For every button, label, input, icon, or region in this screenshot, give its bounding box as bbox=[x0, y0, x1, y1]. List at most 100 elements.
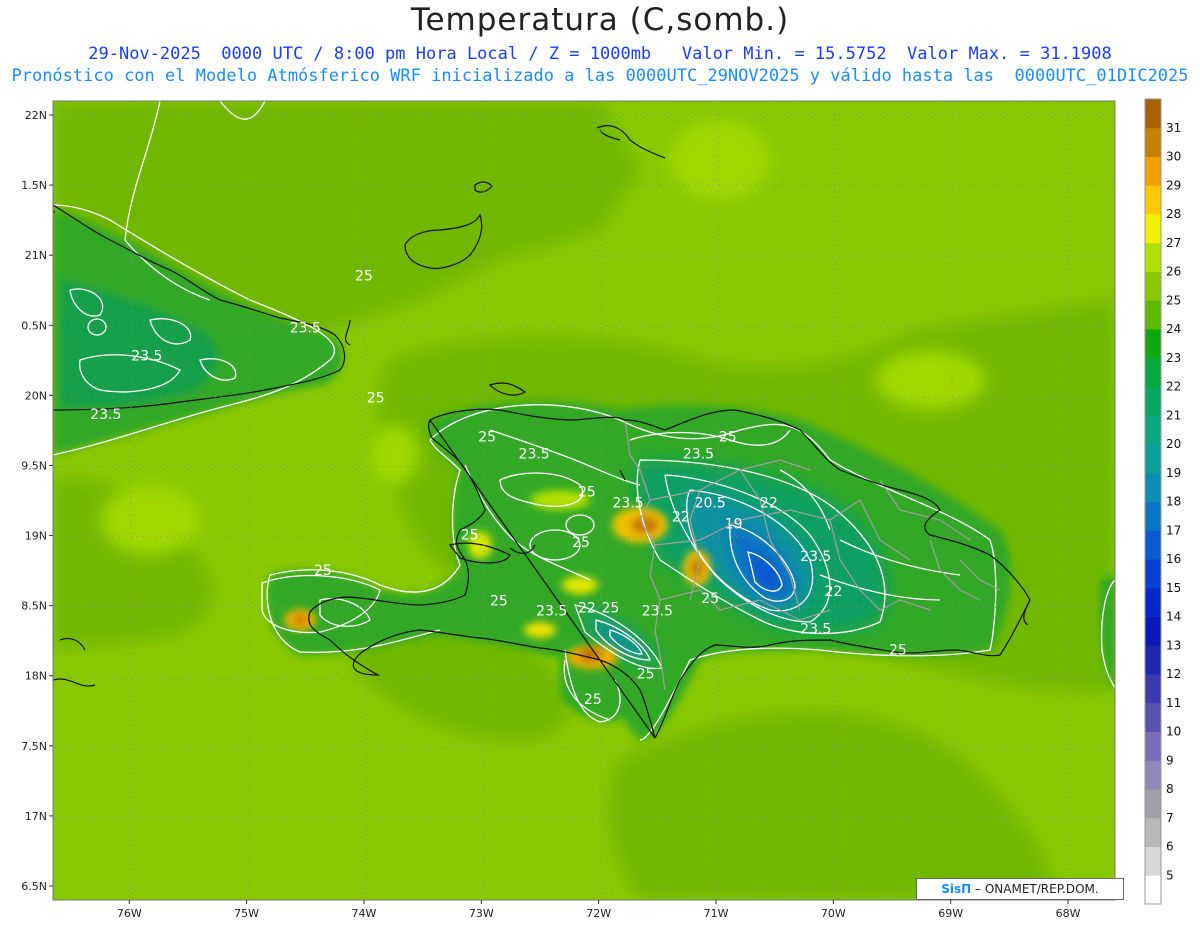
contour-label: 20.5 bbox=[695, 496, 726, 512]
lat-tick-label: 21N bbox=[25, 249, 47, 262]
colorbar-swatch bbox=[1145, 214, 1161, 244]
colorbar-label: 13 bbox=[1166, 638, 1181, 652]
colorbar-swatch bbox=[1145, 271, 1161, 301]
colorbar-label: 9 bbox=[1166, 753, 1174, 767]
colorbar-label: 23 bbox=[1166, 351, 1181, 365]
colorbar-label: 28 bbox=[1166, 207, 1181, 221]
colorbar-swatch bbox=[1145, 386, 1161, 416]
contour-label: 23.5 bbox=[800, 549, 831, 565]
colorbar-swatch bbox=[1145, 674, 1161, 704]
contour-label: 25 bbox=[478, 430, 496, 446]
contour-label: 23.5 bbox=[519, 446, 550, 462]
colorbar-swatch bbox=[1145, 127, 1161, 157]
colorbar-label: 24 bbox=[1166, 322, 1181, 336]
lat-tick-label: 7.5N bbox=[21, 740, 47, 753]
lat-tick-label: 18N bbox=[25, 670, 47, 683]
colorbar-label: 19 bbox=[1166, 466, 1181, 480]
brand-logo: SisΠ bbox=[941, 882, 972, 896]
contour-label: 23.5 bbox=[800, 622, 831, 638]
lat-tick-label: 19N bbox=[25, 530, 47, 543]
colorbar-swatch bbox=[1145, 185, 1161, 215]
colorbar-swatch bbox=[1145, 357, 1161, 387]
contour-label: 25 bbox=[578, 484, 596, 500]
colorbar-swatch bbox=[1145, 731, 1161, 761]
subtitle-run-info: 29-Nov-2025 0000 UTC / 8:00 pm Hora Loca… bbox=[88, 44, 1112, 64]
lat-tick-label: 0.5N bbox=[21, 319, 47, 332]
colorbar-swatch bbox=[1145, 99, 1161, 129]
colorbar-label: 10 bbox=[1166, 725, 1181, 739]
colorbar-label: 17 bbox=[1166, 523, 1181, 537]
colorbar-swatch bbox=[1145, 472, 1161, 502]
lat-tick-label: 6.5N bbox=[21, 880, 47, 893]
lat-tick-label: 1.5N bbox=[21, 179, 47, 192]
contour-label: 22 bbox=[578, 601, 596, 617]
latitude-ticks: 22N 1.5N 21N 0.5N 20N 9.5N 19N 8.5N 18N 7.5N 17N 6.… bbox=[21, 109, 53, 893]
colorbar-label: 22 bbox=[1166, 380, 1181, 394]
colorbar-swatch bbox=[1145, 789, 1161, 819]
lat-tick-label: 20N bbox=[25, 389, 47, 402]
contour-label: 23.5 bbox=[536, 603, 567, 619]
colorbar-swatch bbox=[1145, 846, 1161, 876]
credit-box: SisΠ – ONAMET/REP.DOM. bbox=[916, 878, 1124, 900]
chart-title: Temperatura (C,somb.) bbox=[410, 2, 790, 38]
contour-label: 25 bbox=[367, 390, 385, 406]
contour-label: 23.5 bbox=[290, 320, 321, 336]
contour-label: 22 bbox=[672, 510, 690, 526]
colorbar-label: 15 bbox=[1166, 581, 1181, 595]
colorbar-label: 8 bbox=[1166, 782, 1174, 796]
lon-tick-label: 74W bbox=[352, 907, 377, 920]
subtitle-model-info: Pronóstico con el Modelo Atmósferico WRF… bbox=[11, 66, 1189, 86]
shaded-field bbox=[53, 101, 1115, 900]
colorbar-swatch bbox=[1145, 559, 1161, 589]
lon-tick-label: 71W bbox=[704, 907, 729, 920]
colorbar-label: 25 bbox=[1166, 293, 1181, 307]
lon-tick-label: 73W bbox=[469, 907, 494, 920]
contour-label: 22 bbox=[760, 496, 778, 512]
contour-label: 25 bbox=[461, 528, 479, 544]
colorbar-label: 20 bbox=[1166, 437, 1181, 451]
colorbar-label: 12 bbox=[1166, 667, 1181, 681]
temperature-map: 22N 1.5N 21N 0.5N 20N 9.5N 19N 8.5N 18N 7.5N 17N 6.… bbox=[21, 98, 1181, 920]
lat-tick-label: 9.5N bbox=[21, 459, 47, 472]
lon-tick-label: 72W bbox=[586, 907, 611, 920]
lat-tick-label: 17N bbox=[25, 810, 47, 823]
colorbar-label: 30 bbox=[1166, 150, 1181, 164]
lon-tick-label: 70W bbox=[821, 907, 846, 920]
contour-label: 25 bbox=[355, 268, 373, 284]
contour-label: 22 bbox=[824, 584, 842, 600]
contour-label: 25 bbox=[637, 667, 655, 683]
colorbar-swatch bbox=[1145, 760, 1161, 790]
colorbar-swatch bbox=[1145, 300, 1161, 330]
colorbar-swatch bbox=[1145, 444, 1161, 474]
contour-label: 23.5 bbox=[612, 496, 643, 512]
colorbar-swatch bbox=[1145, 242, 1161, 272]
contour-label: 23.5 bbox=[90, 407, 121, 423]
colorbar-label: 18 bbox=[1166, 495, 1181, 509]
colorbar: 5 6 7 8 9 10 11 12 13 14 15 16 17 18 19 20 21 22 23 24 25 26 2… bbox=[1144, 98, 1181, 905]
contour-label: 25 bbox=[719, 430, 737, 446]
contour-label: 25 bbox=[572, 535, 590, 551]
colorbar-label: 21 bbox=[1166, 408, 1181, 422]
lon-tick-label: 75W bbox=[234, 907, 259, 920]
colorbar-label: 7 bbox=[1166, 811, 1174, 825]
contour-label: 25 bbox=[601, 601, 619, 617]
contour-label: 23.5 bbox=[131, 348, 162, 364]
lon-tick-label: 76W bbox=[117, 907, 142, 920]
colorbar-swatch bbox=[1145, 702, 1161, 732]
lon-tick-label: 69W bbox=[938, 907, 963, 920]
colorbar-swatch bbox=[1145, 530, 1161, 560]
colorbar-label: 16 bbox=[1166, 552, 1181, 566]
contour-label: 25 bbox=[490, 594, 508, 610]
credit-text: – ONAMET/REP.DOM. bbox=[971, 882, 1099, 896]
colorbar-label: 14 bbox=[1166, 610, 1181, 624]
contour-label: 23.5 bbox=[683, 446, 714, 462]
colorbar-swatch bbox=[1145, 501, 1161, 531]
contour-label: 25 bbox=[889, 643, 907, 659]
contour-label: 25 bbox=[314, 563, 332, 579]
colorbar-swatch bbox=[1145, 817, 1161, 847]
colorbar-label: 26 bbox=[1166, 265, 1181, 279]
contour-label: 19 bbox=[725, 517, 743, 533]
colorbar-label: 11 bbox=[1166, 696, 1181, 710]
lon-tick-label: 68W bbox=[1056, 907, 1081, 920]
lat-tick-label: 22N bbox=[25, 109, 47, 122]
